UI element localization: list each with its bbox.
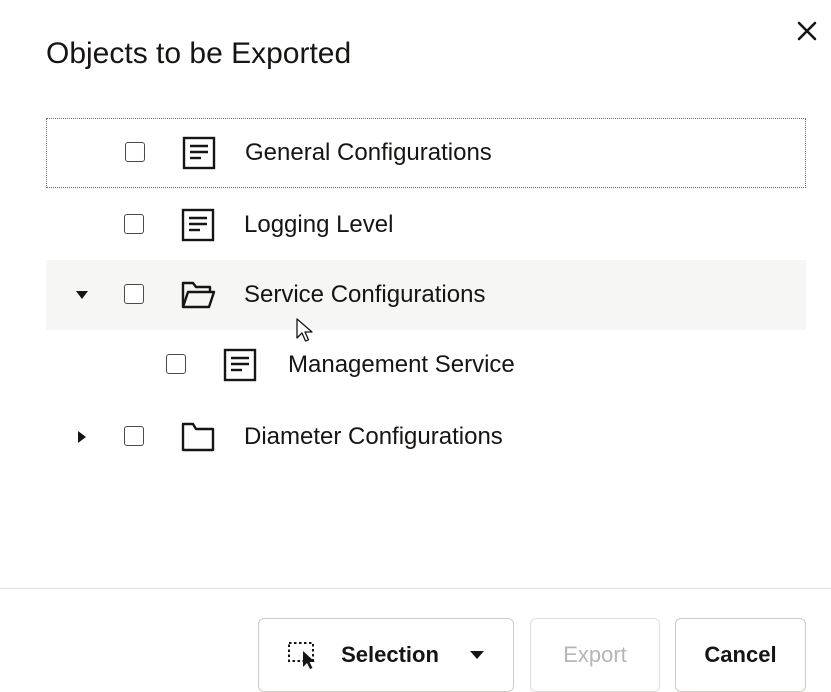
footer-divider: [0, 588, 831, 589]
folder-icon: [181, 422, 215, 452]
close-icon: [797, 21, 817, 41]
tree-item-management-service[interactable]: Management Service: [46, 330, 806, 400]
selection-button-label: Selection: [341, 642, 439, 667]
cancel-button[interactable]: Cancel: [675, 618, 806, 692]
folder-open-icon: [181, 281, 216, 309]
mouse-cursor-icon: [296, 318, 313, 342]
checkbox[interactable]: [166, 354, 186, 374]
checkbox[interactable]: [124, 426, 144, 446]
caret-down-icon: [469, 650, 485, 660]
tree-item-general-configurations[interactable]: General Configurations: [46, 118, 806, 188]
selection-button[interactable]: Selection: [258, 618, 514, 692]
tree-item-label: Service Configurations: [244, 281, 486, 308]
tree-item-label: Management Service: [288, 351, 515, 378]
tree-item-label: Logging Level: [244, 211, 394, 238]
document-icon: [182, 136, 216, 170]
document-icon: [223, 348, 257, 382]
dialog-title: Objects to be Exported: [46, 37, 352, 70]
checkbox[interactable]: [124, 284, 144, 304]
expand-toggle[interactable]: [72, 285, 92, 305]
tree-item-diameter-configurations[interactable]: Diameter Configurations: [46, 402, 806, 472]
export-button[interactable]: Export: [530, 618, 660, 692]
export-dialog: Objects to be Exported General Configura…: [0, 0, 831, 692]
tree-item-service-configurations[interactable]: Service Configurations: [46, 260, 806, 330]
cancel-button-label: Cancel: [704, 642, 777, 667]
export-button-label: Export: [563, 642, 627, 667]
tree-item-label: General Configurations: [245, 139, 492, 166]
tree-item-logging-level[interactable]: Logging Level: [46, 190, 806, 260]
close-button[interactable]: [790, 14, 824, 48]
selection-icon: [287, 640, 321, 670]
tree-item-label: Diameter Configurations: [244, 423, 503, 450]
document-icon: [181, 208, 215, 242]
caret-right-icon: [78, 431, 86, 443]
checkbox[interactable]: [124, 214, 144, 234]
expand-toggle[interactable]: [72, 427, 92, 447]
checkbox[interactable]: [125, 142, 145, 162]
caret-down-icon: [76, 291, 88, 299]
